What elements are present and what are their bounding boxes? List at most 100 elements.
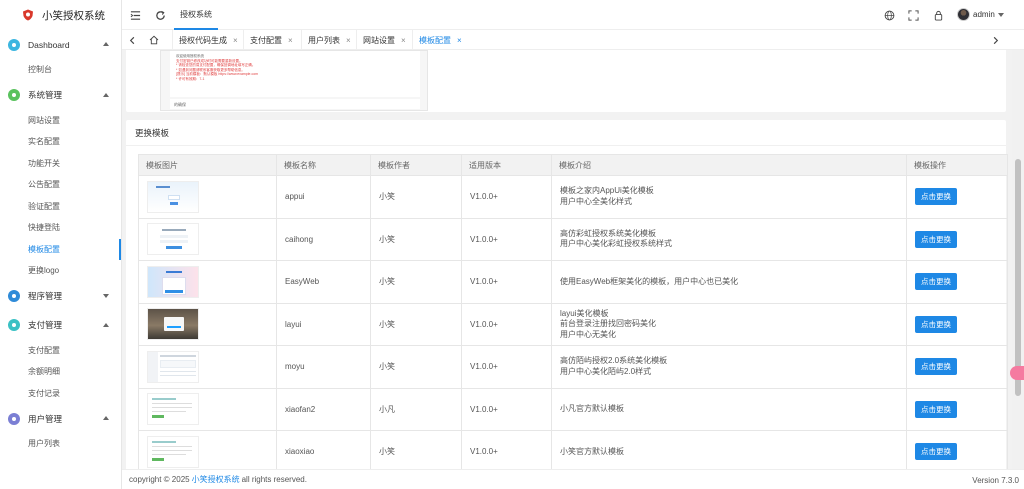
sidebar-item[interactable]: 控制台 [0, 59, 121, 81]
close-icon[interactable]: × [233, 36, 238, 45]
template-name: xiaofan2 [276, 387, 371, 431]
globe-icon[interactable] [883, 9, 895, 21]
switch-template-button[interactable]: 点击更换 [915, 443, 957, 461]
template-description: 高仿陌屿授权2.0系统美化模板 用户中心美化陌屿2.0样式 [551, 345, 907, 389]
switch-template-button[interactable]: 点击更换 [915, 358, 957, 376]
page-tab[interactable]: 支付配置 × [243, 30, 299, 50]
sidebar-item[interactable]: 网站设置 [0, 110, 121, 132]
sidebar-item[interactable]: 公告配置 [0, 174, 121, 196]
template-table: 模板图片 模板名称 模板作者 适用版本 模板介绍 模板操作 appui 小笑 V1.0.0+ 模… [138, 154, 1008, 469]
sidebar-group-label: 系统管理 [28, 90, 63, 100]
close-icon[interactable]: × [346, 36, 351, 45]
template-name: appui [276, 175, 371, 219]
page-tab[interactable]: 用户列表 × [301, 30, 357, 50]
description-line: 用户中心无美化 [560, 329, 616, 339]
footer-link[interactable]: 小笑授权系统 [192, 474, 240, 485]
footer-rights: all rights reserved. [241, 475, 307, 484]
scrollbar-thumb[interactable] [1015, 159, 1021, 396]
sidebar-group[interactable]: 支付管理 [0, 311, 121, 340]
close-icon[interactable]: × [457, 36, 462, 45]
header-tab-system[interactable]: 授权系统 [174, 0, 218, 30]
sidebar-item[interactable]: 支付配置 [0, 340, 121, 362]
column-header: 模板作者 [370, 154, 462, 176]
switch-template-button[interactable]: 点击更换 [915, 188, 957, 206]
switch-template-button[interactable]: 点击更换 [915, 400, 957, 418]
template-description: 小凡官方默认模板 [551, 387, 907, 431]
template-name: EasyWeb [276, 260, 371, 304]
column-header: 模板名称 [276, 154, 371, 176]
template-thumbnail-cell [138, 217, 277, 261]
sidebar-group[interactable]: 系统管理 [0, 81, 121, 110]
sidebar-item[interactable]: 用户列表 [0, 433, 121, 455]
tabs-scroll-left-icon[interactable] [125, 33, 139, 47]
sidebar-group[interactable]: Dashboard [0, 30, 121, 59]
chevron-down-icon [997, 12, 1004, 17]
refresh-icon[interactable] [154, 9, 166, 21]
sidebar-item[interactable]: 快捷登陆 [0, 217, 121, 239]
template-thumbnail-cell [138, 430, 277, 469]
template-thumbnail-cell [138, 345, 277, 389]
description-line: 高仿彩虹授权系统美化模板 [560, 228, 656, 238]
template-thumbnail-cell [138, 387, 277, 431]
app-logo[interactable]: 小笑授权系统 [0, 0, 121, 30]
page-tabs-bar: 授权代码生成 × 支付配置 × 用户列表 × 网站设置 × 模板配置 × [122, 30, 1024, 50]
sidebar-item[interactable]: 余额明细 [0, 361, 121, 383]
template-description: 模板之家内AppUi美化模板 用户中心全美化样式 [551, 175, 907, 219]
template-action-cell: 点击更换 [906, 217, 1008, 261]
description-line: 小凡官方默认模板 [560, 404, 624, 413]
template-version: V1.0.0+ [461, 387, 552, 431]
description-line: 用户中心美化陌屿2.0样式 [560, 366, 652, 376]
close-icon[interactable]: × [401, 36, 406, 45]
template-description: 高仿彩虹授权系统美化模板 用户中心美化彩虹授权系统样式 [551, 217, 907, 261]
close-icon[interactable]: × [288, 36, 293, 45]
lock-icon[interactable] [932, 9, 944, 21]
description-line: 用户中心美化彩虹授权系统样式 [560, 239, 672, 249]
sidebar-group[interactable]: 程序管理 [0, 282, 121, 311]
footer-copyright: copyright © 2025 [129, 475, 190, 484]
avatar [957, 8, 970, 21]
sidebar-group[interactable]: 用户管理 [0, 404, 121, 433]
fullscreen-icon[interactable] [907, 9, 919, 21]
footer: copyright © 2025 小笑授权系统 all rights reser… [122, 469, 1024, 489]
description-line: 高仿陌屿授权2.0系统美化模板 [560, 356, 668, 366]
template-thumbnail [147, 265, 199, 298]
page-tab[interactable]: 模板配置 × [412, 30, 468, 50]
template-author: 小笑 [370, 260, 462, 304]
page-tab[interactable]: 网站设置 × [356, 30, 412, 50]
template-author: 小笑 [370, 345, 462, 389]
sidebar-item[interactable]: 更换logo [0, 260, 121, 282]
sidebar-item[interactable]: 模板配置 [0, 238, 121, 261]
switch-template-button[interactable]: 点击更换 [915, 315, 957, 333]
sidebar-item[interactable]: 功能开关 [0, 153, 121, 175]
tabs-scroll-right-icon[interactable] [988, 33, 1002, 47]
template-version: V1.0.0+ [461, 260, 552, 304]
page-tab[interactable]: 授权代码生成 × [172, 30, 244, 50]
template-section-title: 更换模板 [126, 120, 1006, 146]
switch-template-button[interactable]: 点击更换 [915, 230, 957, 248]
template-card: 更换模板 模板图片 模板名称 模板作者 适用版本 模板介绍 模板操作 appui 小笑 V1.… [126, 120, 1008, 469]
page-tab-label: 模板配置 [419, 35, 451, 45]
template-name: layui [276, 302, 371, 346]
user-name: admin [973, 10, 995, 19]
footer-version: Version 7.3.0 [972, 476, 1019, 485]
table-row: xiaoxiao 小笑 V1.0.0+ 小笑官方默认模板 点击更换 [138, 430, 1008, 469]
menu-toggle-icon[interactable] [129, 9, 141, 21]
sidebar-group-label: Dashboard [28, 39, 70, 50]
sidebar-item[interactable]: 验证配置 [0, 196, 121, 218]
floating-helper-button[interactable] [1010, 366, 1024, 380]
user-menu[interactable]: admin [957, 8, 1004, 21]
top-header: 授权系统 admin [122, 0, 1024, 30]
chevron-up-icon [103, 416, 109, 420]
group-icon [8, 319, 20, 331]
template-description: 小笑官方默认模板 [551, 430, 907, 469]
switch-template-button[interactable]: 点击更换 [915, 273, 957, 291]
sidebar-item[interactable]: 实名配置 [0, 131, 121, 153]
sidebar-group-label: 用户管理 [28, 413, 63, 424]
table-row: appui 小笑 V1.0.0+ 模板之家内AppUi美化模板 用户中心全美化样式 点击更… [138, 175, 1008, 219]
template-name: moyu [276, 345, 371, 389]
chevron-down-icon [103, 293, 109, 298]
sidebar-item[interactable]: 支付记录 [0, 383, 121, 405]
home-icon[interactable] [147, 33, 161, 47]
page-tab-label: 支付配置 [250, 35, 282, 45]
page-scrollbar[interactable] [1012, 50, 1024, 469]
